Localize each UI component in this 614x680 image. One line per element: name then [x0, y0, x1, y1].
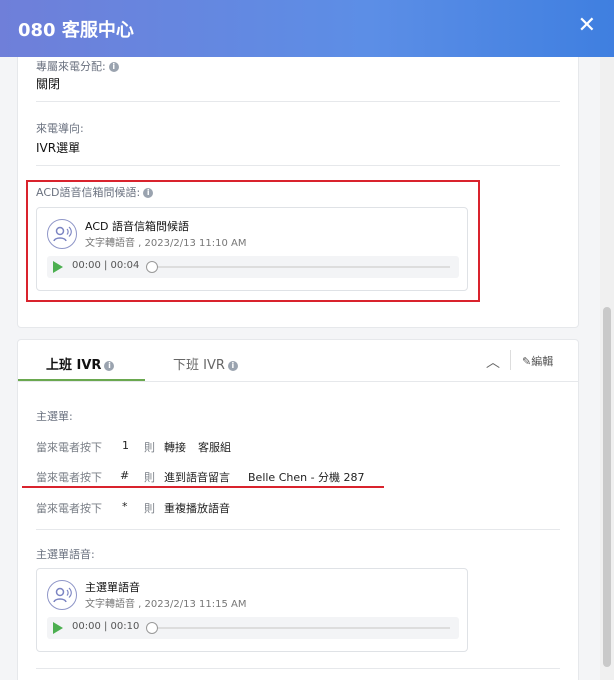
tab-underline	[18, 381, 578, 382]
edit-button[interactable]: ✎編輯	[522, 353, 553, 369]
audio-player: 00:00 | 00:10	[47, 617, 459, 639]
audio-progress-track[interactable]	[152, 627, 450, 629]
routing-value: IVR選單	[36, 141, 81, 155]
menu-row: 當來電者按下 * 則 重複播放語音	[36, 500, 230, 515]
audio-time: 00:00 | 00:10	[72, 621, 140, 632]
exclusive-call-label: 專屬來電分配: i	[36, 58, 119, 74]
routing-label: 來電導向:	[36, 122, 84, 135]
menu-audio-card: 主選單語音 文字轉語音 , 2023/2/13 11:15 AM 00:00 |…	[36, 568, 468, 652]
main-menu-audio-label: 主選單語音:	[36, 548, 95, 561]
content-area: 專屬來電分配: i 關閉 來電導向: IVR選單 ACD語音信箱問候語: i ACD…	[0, 57, 596, 680]
scrollbar[interactable]	[600, 57, 614, 680]
voice-icon	[47, 580, 77, 610]
pencil-icon: ✎	[522, 355, 532, 368]
divider	[36, 165, 560, 166]
dialog-title: 080 客服中心	[18, 20, 134, 41]
divider	[36, 529, 560, 530]
audio-progress-handle[interactable]	[146, 622, 158, 634]
main-menu-label: 主選單:	[36, 410, 73, 423]
info-icon[interactable]: i	[108, 62, 119, 72]
play-icon[interactable]	[53, 622, 63, 634]
exclusive-call-value: 關閉	[36, 77, 61, 91]
info-icon[interactable]: i	[104, 360, 115, 371]
divider	[510, 350, 511, 370]
menu-row: 當來電者按下 1 則 轉接 客服組	[36, 439, 231, 454]
audio-subtitle: 文字轉語音 , 2023/2/13 11:15 AM	[85, 599, 247, 610]
audio-title: 主選單語音	[85, 581, 140, 594]
menu-row: 當來電者按下 # 則 進到語音留言 Belle Chen - 分機 287	[36, 469, 365, 484]
ivr-card: 上班 IVR i 下班 IVR i ︿ ✎編輯 主選單: 當來電者按下 1 則 轉接…	[17, 339, 579, 680]
divider	[36, 668, 560, 669]
close-icon[interactable]: ✕	[578, 13, 596, 38]
highlight-box	[26, 180, 480, 302]
info-icon[interactable]: i	[227, 360, 238, 371]
chevron-up-icon[interactable]: ︿	[486, 352, 500, 372]
scrollbar-thumb[interactable]	[603, 307, 611, 667]
divider	[36, 101, 560, 102]
tab-work-ivr[interactable]: 上班 IVR i	[46, 354, 115, 373]
dialog-header: 080 客服中心 ✕	[0, 0, 614, 57]
red-underline	[22, 486, 384, 488]
tab-off-ivr[interactable]: 下班 IVR i	[173, 354, 238, 373]
